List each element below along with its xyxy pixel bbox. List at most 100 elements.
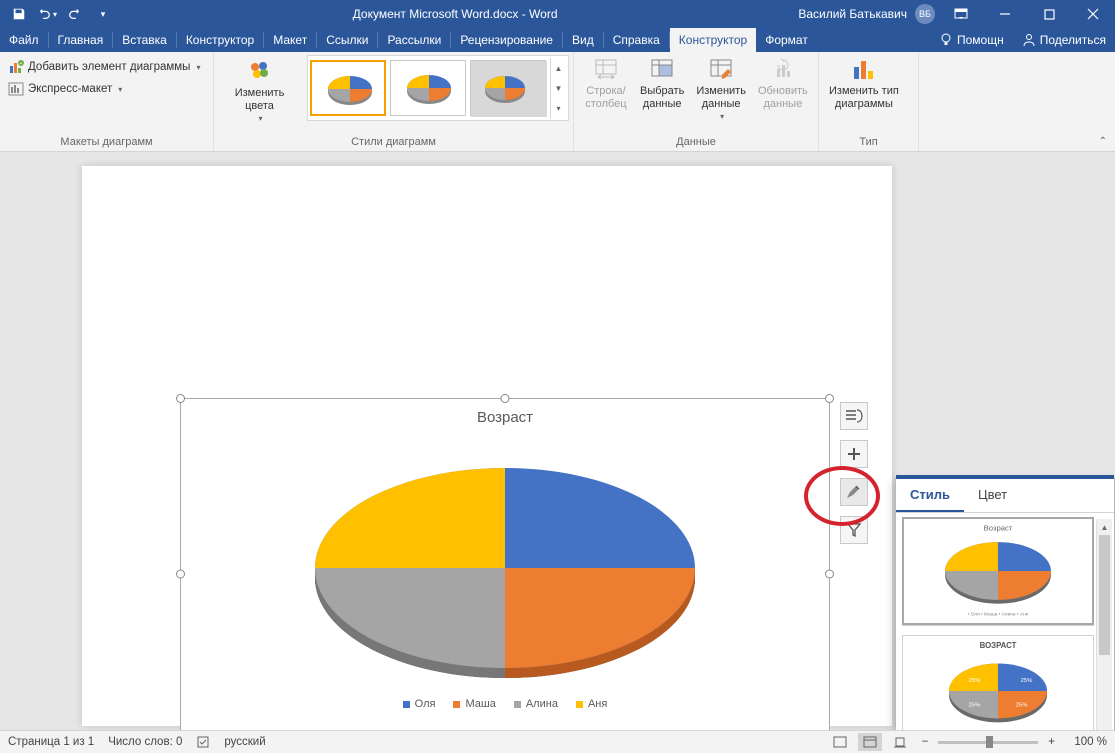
tab-help[interactable]: Справка [604, 28, 669, 52]
layout-options-button[interactable] [840, 402, 868, 430]
style-thumb-3[interactable] [470, 60, 546, 116]
legend-item: Маша [453, 698, 495, 710]
chart-elements-button[interactable] [840, 440, 868, 468]
tab-references[interactable]: Ссылки [317, 28, 377, 52]
status-language[interactable]: русский [224, 736, 265, 748]
view-web-button[interactable] [888, 733, 912, 751]
chart-styles-button[interactable] [840, 478, 868, 506]
tab-constructor[interactable]: Конструктор [177, 28, 263, 52]
undo-button[interactable]: ▾ [34, 2, 60, 26]
ribbon-group-type: Изменить тип диаграммы Тип [819, 52, 919, 151]
ribbon-group-layouts: + Добавить элемент диаграммы▾ Экспресс-м… [0, 52, 214, 151]
group-label-styles: Стили диаграмм [218, 134, 569, 151]
svg-text:25%: 25% [1016, 703, 1029, 709]
ribbon-group-styles: Изменить цвета▾ ▲ ▼ ▾ Стили диаграм [214, 52, 574, 151]
flyout-tab-color[interactable]: Цвет [964, 479, 1021, 512]
svg-text:25%: 25% [1021, 678, 1034, 684]
chart-object[interactable]: Возраст Оля Маша Алина Аня [180, 398, 830, 730]
scroll-up[interactable]: ▲ [1097, 519, 1112, 535]
minimize-button[interactable] [983, 0, 1027, 28]
tab-view[interactable]: Вид [563, 28, 603, 52]
share-button[interactable]: Поделиться [1013, 28, 1115, 52]
legend-swatch [514, 701, 521, 708]
zoom-knob[interactable] [986, 736, 993, 748]
status-page[interactable]: Страница 1 из 1 [8, 736, 94, 748]
collapse-ribbon-button[interactable]: ⌃ [1099, 136, 1107, 147]
gallery-scroll-up[interactable]: ▲ [551, 58, 566, 78]
refresh-data-button: Обновить данные [752, 55, 814, 112]
tab-chart-design[interactable]: Конструктор [670, 28, 756, 52]
save-button[interactable] [6, 2, 32, 26]
chart-title[interactable]: Возраст [181, 399, 829, 426]
svg-text:+: + [20, 61, 23, 67]
maximize-button[interactable] [1027, 0, 1071, 28]
proofing-icon[interactable] [196, 735, 210, 749]
svg-text:ВОЗРАСТ: ВОЗРАСТ [980, 641, 1017, 650]
resize-handle-l[interactable] [176, 570, 185, 579]
zoom-out-button[interactable]: − [918, 736, 933, 748]
flyout-scrollbar[interactable]: ▲ ▼ [1096, 519, 1112, 730]
status-word-count[interactable]: Число слов: 0 [108, 736, 182, 748]
tab-layout[interactable]: Макет [264, 28, 316, 52]
edit-data-button[interactable]: Изменить данные▾ [690, 55, 752, 123]
zoom-slider[interactable] [938, 741, 1038, 744]
resize-handle-tr[interactable] [825, 394, 834, 403]
svg-text:• Оля • Маша • Алина • Аня: • Оля • Маша • Алина • Аня [968, 611, 1029, 617]
refresh-icon [770, 57, 796, 83]
group-label-layouts: Макеты диаграмм [4, 134, 209, 151]
view-print-button[interactable] [858, 733, 882, 751]
legend-item: Аня [576, 698, 607, 710]
person-icon [1022, 33, 1036, 47]
tab-file[interactable]: Файл [0, 28, 48, 52]
gallery-more[interactable]: ▾ [551, 98, 566, 118]
chart-filters-button[interactable] [840, 516, 868, 544]
legend-swatch [453, 701, 460, 708]
select-data-button[interactable]: Выбрать данные [634, 55, 690, 112]
quick-layout-button[interactable]: Экспресс-макет▾ [4, 79, 126, 99]
style-thumb-2[interactable] [390, 60, 466, 116]
tab-format[interactable]: Формат [756, 28, 817, 52]
group-label-type: Тип [823, 134, 914, 151]
add-chart-element-button[interactable]: + Добавить элемент диаграммы▾ [4, 57, 204, 77]
tab-review[interactable]: Рецензирование [451, 28, 562, 52]
view-focus-button[interactable] [828, 733, 852, 751]
funnel-icon [846, 522, 862, 538]
tab-home[interactable]: Главная [49, 28, 113, 52]
scroll-thumb[interactable] [1099, 535, 1110, 655]
legend-item: Алина [514, 698, 558, 710]
quick-layout-icon [8, 81, 24, 97]
zoom-level[interactable]: 100 % [1065, 736, 1107, 748]
chart-legend[interactable]: Оля Маша Алина Аня [181, 698, 829, 710]
gallery-scroll-down[interactable]: ▼ [551, 78, 566, 98]
ribbon-group-data: Строка/ столбец Выбрать данные Изменить … [574, 52, 819, 151]
ribbon-display-options[interactable] [939, 0, 983, 28]
tell-me-button[interactable]: Помощн [930, 28, 1013, 52]
status-bar: Страница 1 из 1 Число слов: 0 русский − … [0, 730, 1115, 753]
qat-customize[interactable]: ▾ [90, 2, 116, 26]
redo-button[interactable] [62, 2, 88, 26]
document-title: Документ Microsoft Word.docx - Word [353, 7, 558, 21]
flyout-tabs: Стиль Цвет [896, 479, 1114, 513]
change-chart-type-button[interactable]: Изменить тип диаграммы [823, 55, 905, 112]
zoom-in-button[interactable]: + [1044, 736, 1059, 748]
pie-chart[interactable] [181, 438, 829, 688]
color-palette-icon [246, 57, 274, 85]
flyout-style-2[interactable]: ВОЗРАСТ 25%25% 25%25% [902, 635, 1094, 730]
quick-access-toolbar: ▾ ▾ [0, 2, 116, 26]
close-button[interactable] [1071, 0, 1115, 28]
resize-handle-r[interactable] [825, 570, 834, 579]
tab-mailings[interactable]: Рассылки [378, 28, 450, 52]
style-thumb-1[interactable] [310, 60, 386, 116]
legend-swatch [403, 701, 410, 708]
ribbon-tabs: Файл Главная Вставка Конструктор Макет С… [0, 28, 1115, 52]
resize-handle-tl[interactable] [176, 394, 185, 403]
change-colors-button[interactable]: Изменить цвета▾ [218, 55, 301, 125]
flyout-tab-style[interactable]: Стиль [896, 479, 964, 512]
title-bar: ▾ ▾ Документ Microsoft Word.docx - Word … [0, 0, 1115, 28]
tab-insert[interactable]: Вставка [113, 28, 176, 52]
resize-handle-t[interactable] [501, 394, 510, 403]
flyout-style-1[interactable]: Возраст • Оля • Маша • Алина • Аня [902, 517, 1094, 625]
user-area[interactable]: Василий Батькавич ВБ [798, 4, 935, 24]
select-data-icon [649, 57, 675, 83]
scroll-track[interactable] [1097, 535, 1112, 730]
